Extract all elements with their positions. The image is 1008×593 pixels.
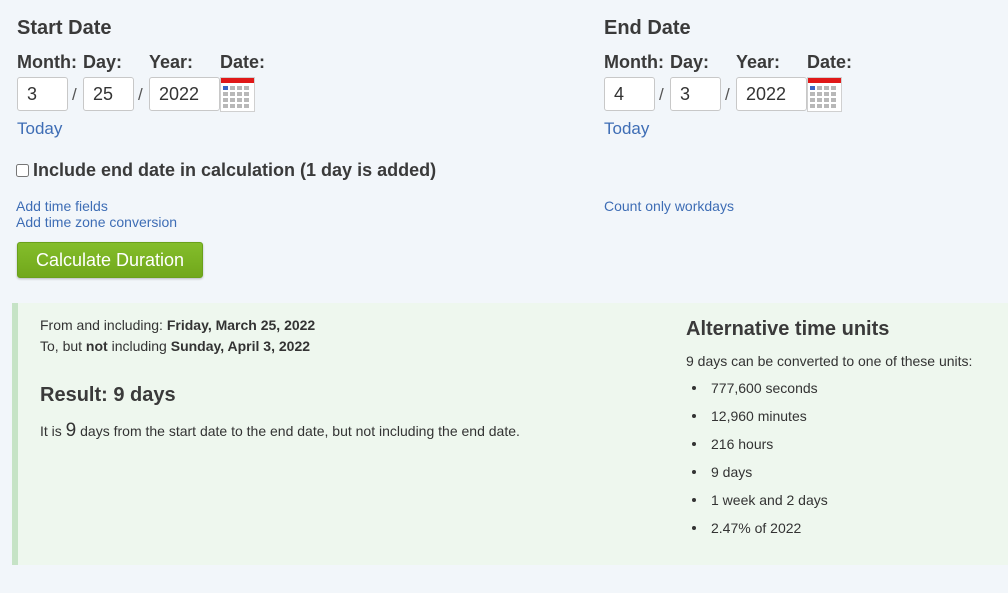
end-date-label: Date: [807,52,853,72]
alternative-units-list: 777,600 seconds 12,960 minutes 216 hours… [686,378,828,546]
start-year-input[interactable] [149,77,220,111]
calendar-icon-graphic [221,78,254,108]
start-calendar-icon[interactable] [220,77,255,112]
list-item: 9 days [686,462,828,490]
to-date-value: Sunday, April 3, 2022 [170,338,311,354]
add-time-zone-link[interactable]: Add time zone conversion [16,214,177,230]
start-day-label: Day: [83,52,123,72]
start-date-label: Date: [220,52,266,72]
list-item: 216 hours [686,434,828,462]
list-item: 12,960 minutes [686,406,828,434]
from-prefix: From and including: [40,317,167,333]
end-month-input[interactable] [604,77,655,111]
list-item: 1 week and 2 days [686,490,828,518]
end-month-label: Month: [604,52,664,72]
from-date-value: Friday, March 25, 2022 [166,317,316,333]
list-item: 777,600 seconds [686,378,828,406]
include-end-date-label: Include end date in calculation (1 day i… [33,160,437,180]
list-item: 2.47% of 2022 [686,518,828,546]
result-day-count: 9 [65,420,77,441]
end-date-title: End Date [604,17,691,39]
to-middle: including [107,338,171,354]
result-heading: Result: 9 days [40,384,176,406]
include-end-date-checkbox[interactable] [16,164,29,177]
result-sentence: It is 9 days from the start date to the … [40,420,520,442]
end-month-day-separator: / [659,85,664,104]
end-day-input[interactable] [670,77,721,111]
start-month-input[interactable] [17,77,68,111]
end-year-input[interactable] [736,77,807,111]
alternative-units-intro: 9 days can be converted to one of these … [686,353,973,369]
start-today-link[interactable]: Today [17,119,62,139]
start-month-label: Month: [17,52,77,72]
end-year-label: Year: [736,52,781,72]
count-workdays-link[interactable]: Count only workdays [604,198,734,214]
start-date-title: Start Date [17,17,112,39]
start-day-year-separator: / [138,85,143,104]
end-day-year-separator: / [725,85,730,104]
end-today-link[interactable]: Today [604,119,649,139]
start-month-day-separator: / [72,85,77,104]
result-panel: From and including: Friday, March 25, 20… [12,303,1008,565]
calculate-duration-button[interactable]: Calculate Duration [17,242,203,278]
end-day-label: Day: [670,52,710,72]
result-sentence-suffix: days from the start date to the end date… [76,423,520,439]
to-prefix: To, but [40,338,86,354]
calendar-icon-graphic [808,78,841,108]
add-time-fields-link[interactable]: Add time fields [16,198,108,214]
end-calendar-icon[interactable] [807,77,842,112]
result-sentence-prefix: It is [40,423,66,439]
to-date-line: To, but not including Sunday, April 3, 2… [40,338,310,354]
start-year-label: Year: [149,52,194,72]
date-duration-calculator: Start Date Month: Day: Year: Date: / / [0,0,1008,593]
start-day-input[interactable] [83,77,134,111]
alternative-units-title: Alternative time units [686,318,890,340]
include-end-date-option[interactable]: Include end date in calculation (1 day i… [16,160,436,181]
from-date-line: From and including: Friday, March 25, 20… [40,317,315,333]
to-not-emphasis: not [85,338,108,354]
